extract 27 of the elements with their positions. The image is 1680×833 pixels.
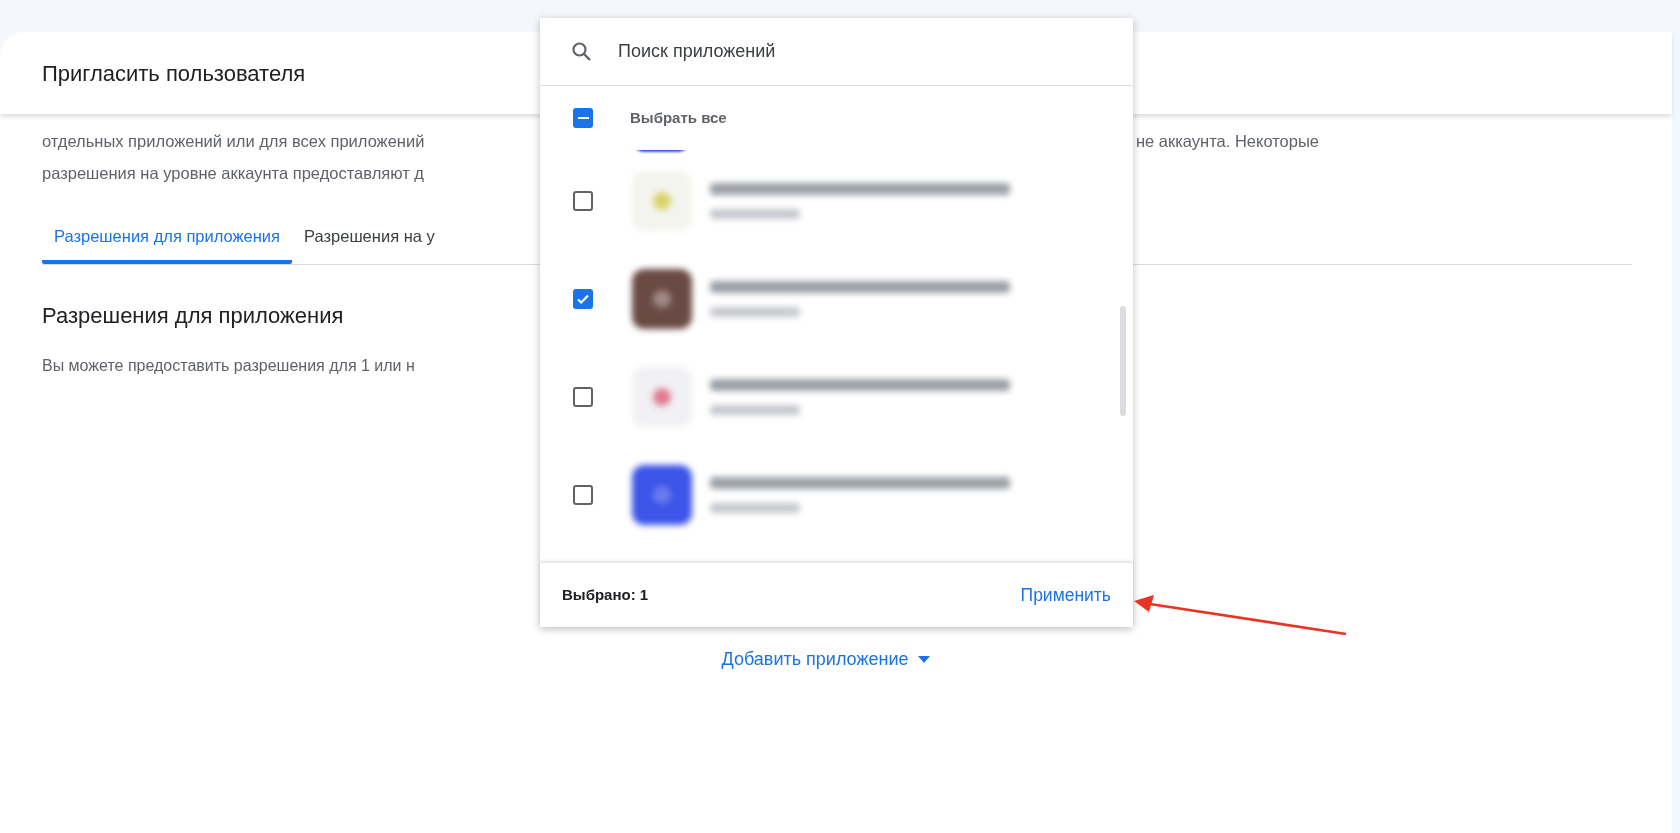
- blurred-app-icon: [630, 267, 694, 331]
- description-text: разрешения на уровне аккаунта предоставляют д: [42, 163, 424, 182]
- add-app-button[interactable]: Добавить приложение: [721, 646, 931, 674]
- search-field[interactable]: Поиск приложений: [618, 38, 1103, 65]
- tab[interactable]: Разрешения на у: [292, 219, 447, 265]
- check-icon: [576, 292, 590, 306]
- blurred-app-icon: [630, 365, 694, 429]
- blurred-app-icon: [630, 169, 694, 233]
- blurred-app-row[interactable]: [630, 463, 1010, 527]
- caret-icon: [918, 656, 931, 664]
- dialog-title: Пригласить пользователя: [42, 59, 306, 88]
- blurred-app-row[interactable]: [630, 267, 1010, 331]
- checkbox[interactable]: [573, 485, 593, 505]
- blurred-app-icon: [630, 463, 694, 527]
- checkbox[interactable]: [573, 387, 593, 407]
- selected-count: Выбрано: 1: [562, 584, 649, 605]
- checkbox[interactable]: [573, 289, 593, 309]
- dash-icon: [577, 116, 589, 120]
- section-text: Вы можете предоставить разрешения для 1 или н: [41, 356, 416, 377]
- description-text: отдельных приложений или для всех приложений: [42, 132, 425, 150]
- checkbox[interactable]: [573, 191, 593, 211]
- section-title: Разрешения для приложения: [41, 302, 345, 331]
- apply-button[interactable]: Применить: [1020, 581, 1111, 609]
- description-text: не аккаунта. Некоторые: [1136, 131, 1319, 152]
- tab[interactable]: Разрешения для приложения: [42, 219, 292, 265]
- checkbox[interactable]: [573, 108, 593, 128]
- select-all-label: Выбрать все: [630, 107, 727, 128]
